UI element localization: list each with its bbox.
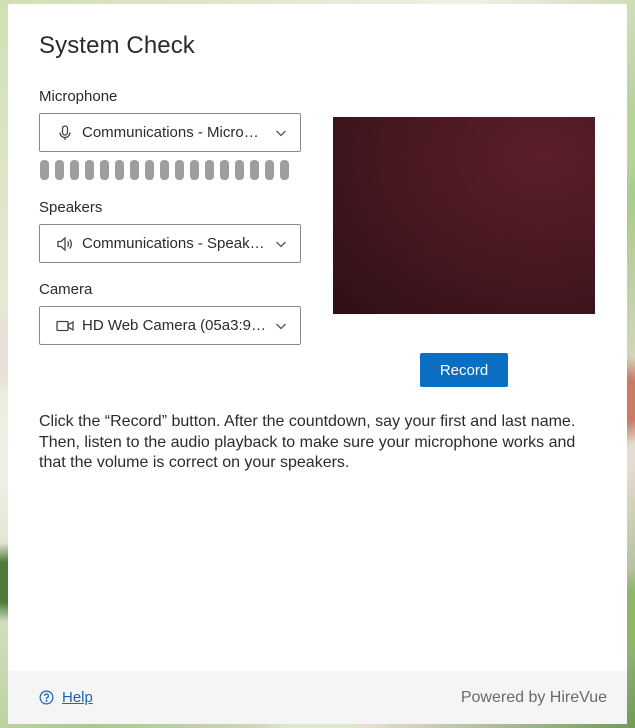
meter-bar <box>175 160 184 180</box>
camera-preview <box>333 117 595 314</box>
system-check-dialog: System Check Microphone Communications -… <box>8 4 627 724</box>
camera-select[interactable]: HD Web Camera (05a3:9331) <box>39 306 301 345</box>
meter-bar <box>55 160 64 180</box>
meter-bar <box>100 160 109 180</box>
help-link[interactable]: Help <box>39 689 93 706</box>
meter-bar <box>250 160 259 180</box>
powered-by-text: Powered by HireVue <box>460 688 607 706</box>
meter-bar <box>190 160 199 180</box>
meter-bar <box>115 160 124 180</box>
meter-bar <box>40 160 49 180</box>
video-camera-icon <box>56 317 74 335</box>
meter-bar <box>130 160 139 180</box>
chevron-down-icon <box>274 126 288 140</box>
microphone-select-value: Communications - Microphone Array <box>82 124 266 141</box>
chevron-down-icon <box>274 319 288 333</box>
question-circle-icon <box>39 690 54 705</box>
meter-bar <box>85 160 94 180</box>
meter-bar <box>235 160 244 180</box>
microphone-select[interactable]: Communications - Microphone Array <box>39 113 301 152</box>
instructions-text: Click the “Record” button. After the cou… <box>39 413 576 471</box>
camera-label: Camera <box>39 281 93 298</box>
meter-bar <box>145 160 154 180</box>
microphone-icon <box>56 124 74 142</box>
speaker-icon <box>56 235 74 253</box>
speakers-select-value: Communications - Speakers <box>82 235 266 252</box>
page-title: System Check <box>39 32 195 59</box>
meter-bar <box>265 160 274 180</box>
meter-bar <box>280 160 289 180</box>
camera-select-value: HD Web Camera (05a3:9331) <box>82 317 266 334</box>
speakers-select[interactable]: Communications - Speakers <box>39 224 301 263</box>
dialog-footer: Help Powered by HireVue <box>8 671 627 724</box>
chevron-down-icon <box>274 237 288 251</box>
meter-bar <box>70 160 79 180</box>
meter-bar <box>220 160 229 180</box>
meter-bar <box>205 160 214 180</box>
meter-bar <box>160 160 169 180</box>
help-label: Help <box>62 689 93 706</box>
record-button[interactable]: Record <box>420 353 508 387</box>
speakers-label: Speakers <box>39 199 103 216</box>
microphone-label: Microphone <box>39 88 118 105</box>
microphone-level-meter <box>40 160 289 180</box>
